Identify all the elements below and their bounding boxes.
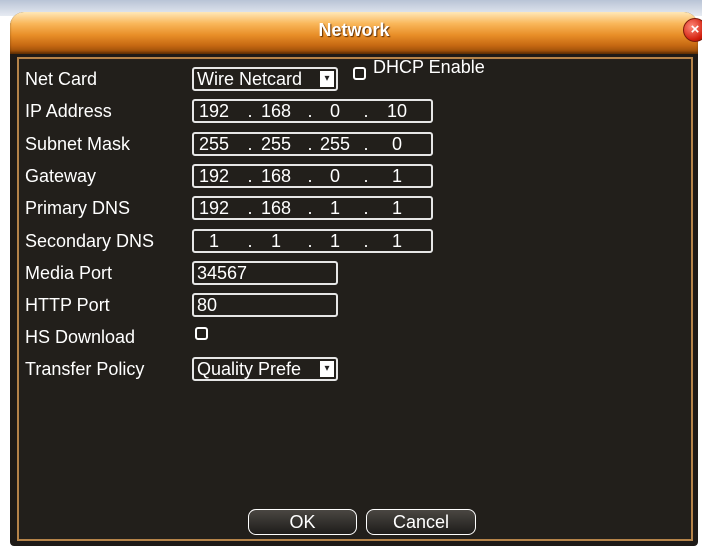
secondary-dns-label: Secondary DNS bbox=[25, 231, 155, 251]
primary-dns-octet-2[interactable]: 168 bbox=[256, 198, 296, 218]
ip-separator: . bbox=[307, 101, 313, 121]
dhcp-enable-label: DHCP Enable bbox=[373, 57, 485, 77]
transfer-policy-value: Quality Prefe bbox=[197, 359, 302, 379]
ip-separator: . bbox=[247, 198, 253, 218]
ip-separator: . bbox=[363, 231, 369, 251]
ip-separator: . bbox=[247, 134, 253, 154]
network-dialog: Network × bbox=[10, 12, 702, 546]
dialog-title: Network bbox=[318, 20, 390, 40]
media-port-input[interactable]: 34567 bbox=[192, 261, 338, 285]
subnet-octet-3[interactable]: 255 bbox=[315, 134, 355, 154]
dhcp-enable-checkbox[interactable] bbox=[353, 67, 366, 80]
net-card-label: Net Card bbox=[25, 69, 98, 89]
net-card-select[interactable]: Wire Netcard ▾ bbox=[192, 67, 338, 91]
close-icon[interactable]: × bbox=[683, 18, 702, 42]
ip-octet-4[interactable]: 10 bbox=[377, 101, 417, 121]
ip-octet-2[interactable]: 168 bbox=[256, 101, 296, 121]
ip-separator: . bbox=[247, 166, 253, 186]
secondary-dns-octet-3[interactable]: 1 bbox=[315, 231, 355, 251]
cancel-button[interactable]: Cancel bbox=[366, 509, 476, 535]
secondary-dns-octet-1[interactable]: 1 bbox=[194, 231, 234, 251]
hs-download-checkbox[interactable] bbox=[195, 327, 208, 340]
ip-octet-1[interactable]: 192 bbox=[194, 101, 234, 121]
secondary-dns-field[interactable]: 1 . 1 . 1 . 1 bbox=[192, 229, 433, 253]
subnet-mask-label: Subnet Mask bbox=[25, 134, 131, 154]
title-bar[interactable]: Network × bbox=[10, 12, 702, 54]
ip-address-field[interactable]: 192 . 168 . 0 . 10 bbox=[192, 99, 433, 123]
primary-dns-label: Primary DNS bbox=[25, 198, 131, 218]
ip-separator: . bbox=[363, 166, 369, 186]
ip-separator: . bbox=[307, 166, 313, 186]
ip-separator: . bbox=[247, 231, 253, 251]
settings-panel bbox=[17, 57, 693, 541]
subnet-octet-4[interactable]: 0 bbox=[377, 134, 417, 154]
ip-separator: . bbox=[247, 101, 253, 121]
ip-separator: . bbox=[363, 134, 369, 154]
media-port-label: Media Port bbox=[25, 263, 113, 283]
primary-dns-octet-3[interactable]: 1 bbox=[315, 198, 355, 218]
transfer-policy-select[interactable]: Quality Prefe ▾ bbox=[192, 357, 338, 381]
ip-separator: . bbox=[307, 198, 313, 218]
gateway-octet-2[interactable]: 168 bbox=[256, 166, 296, 186]
secondary-dns-octet-2[interactable]: 1 bbox=[256, 231, 296, 251]
gateway-octet-1[interactable]: 192 bbox=[194, 166, 234, 186]
subnet-mask-field[interactable]: 255 . 255 . 255 . 0 bbox=[192, 132, 433, 156]
ip-separator: . bbox=[363, 101, 369, 121]
ip-separator: . bbox=[363, 198, 369, 218]
hs-download-label: HS Download bbox=[25, 327, 136, 347]
primary-dns-octet-1[interactable]: 192 bbox=[194, 198, 234, 218]
gateway-field[interactable]: 192 . 168 . 0 . 1 bbox=[192, 164, 433, 188]
ip-separator: . bbox=[307, 134, 313, 154]
transfer-policy-label: Transfer Policy bbox=[25, 359, 145, 379]
chevron-down-icon[interactable]: ▾ bbox=[320, 361, 334, 377]
ok-button[interactable]: OK bbox=[248, 509, 357, 535]
net-card-value: Wire Netcard bbox=[197, 69, 303, 89]
gateway-label: Gateway bbox=[25, 166, 97, 186]
http-port-label: HTTP Port bbox=[25, 295, 110, 315]
gateway-octet-3[interactable]: 0 bbox=[315, 166, 355, 186]
chevron-down-icon[interactable]: ▾ bbox=[320, 71, 334, 87]
subnet-octet-1[interactable]: 255 bbox=[194, 134, 234, 154]
http-port-input[interactable]: 80 bbox=[192, 293, 338, 317]
primary-dns-field[interactable]: 192 . 168 . 1 . 1 bbox=[192, 196, 433, 220]
ip-separator: . bbox=[307, 231, 313, 251]
secondary-dns-octet-4[interactable]: 1 bbox=[377, 231, 417, 251]
ip-address-label: IP Address bbox=[25, 101, 112, 121]
gateway-octet-4[interactable]: 1 bbox=[377, 166, 417, 186]
subnet-octet-2[interactable]: 255 bbox=[256, 134, 296, 154]
ip-octet-3[interactable]: 0 bbox=[315, 101, 355, 121]
primary-dns-octet-4[interactable]: 1 bbox=[377, 198, 417, 218]
